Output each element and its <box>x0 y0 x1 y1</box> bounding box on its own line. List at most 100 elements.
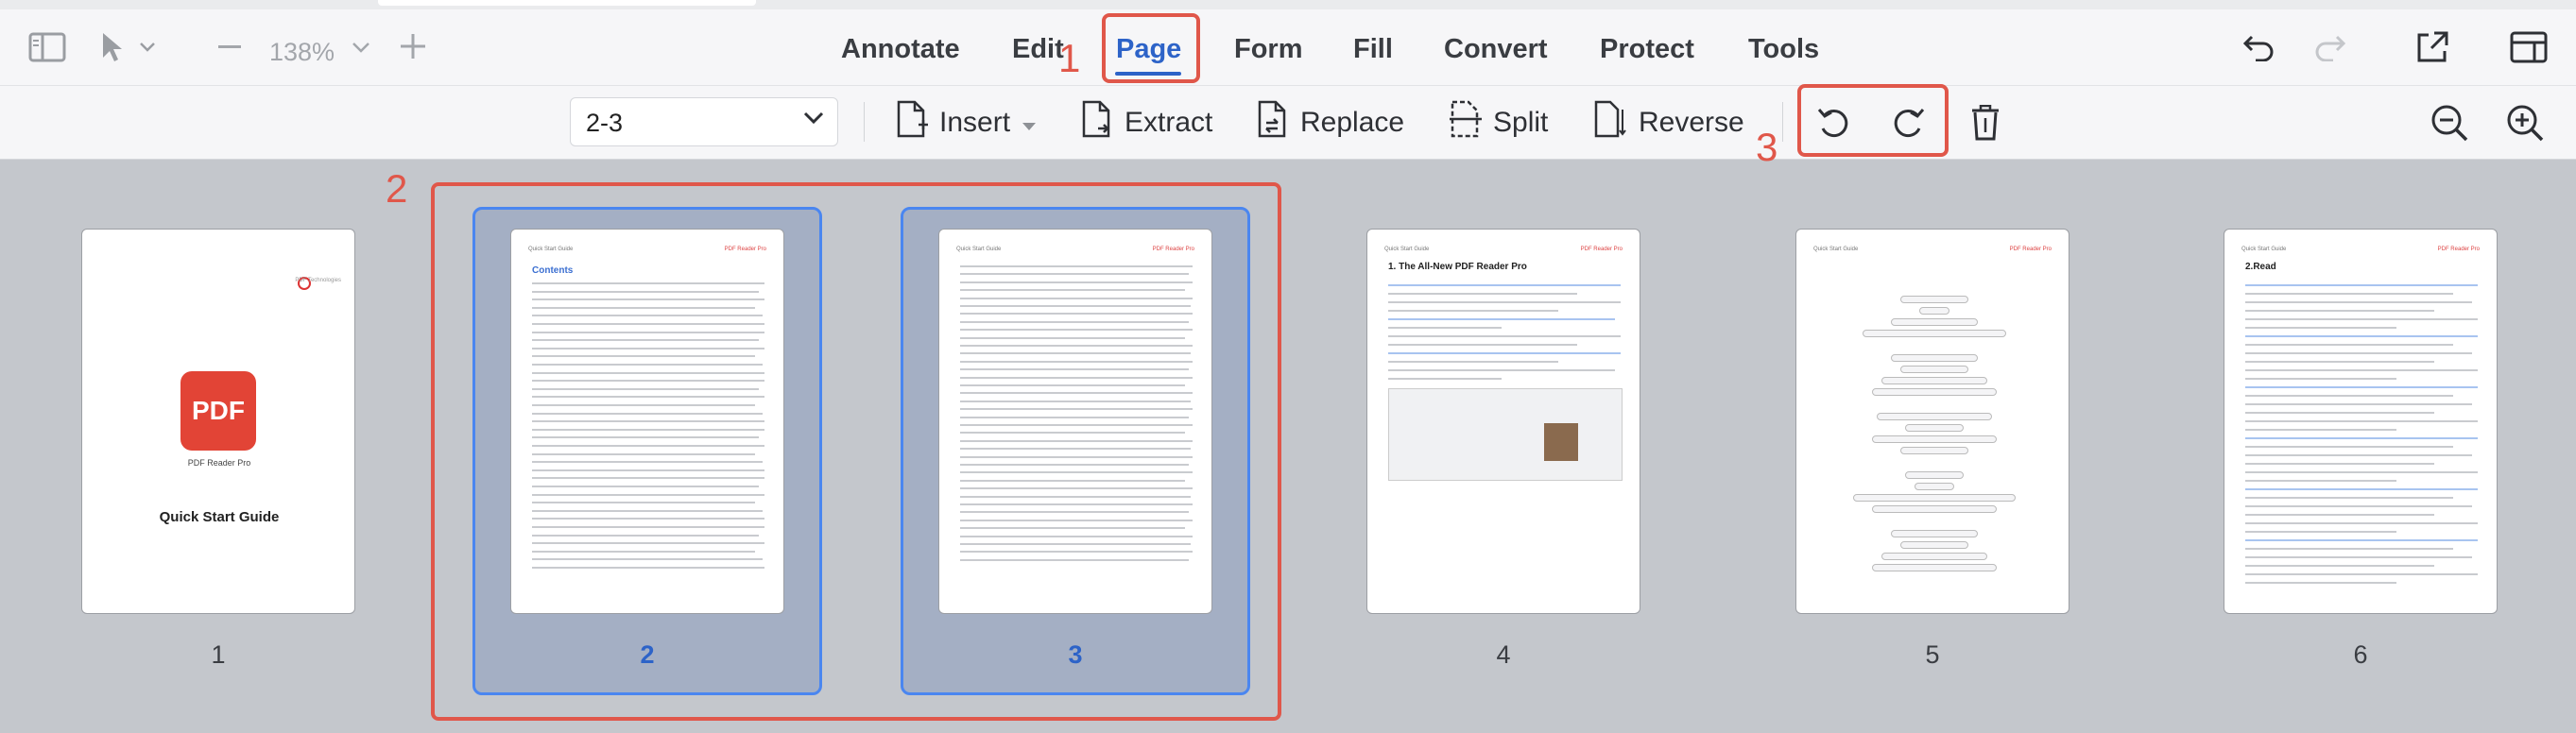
zoom-level[interactable]: 138% <box>269 38 335 67</box>
split-label: Split <box>1493 107 1549 138</box>
text-line <box>2245 573 2478 575</box>
text-line <box>1388 335 1621 337</box>
text-line <box>2245 335 2478 337</box>
menu-fill[interactable]: Fill <box>1353 34 1393 65</box>
zoom-in-icon[interactable] <box>2504 102 2546 144</box>
cursor-tool-icon[interactable] <box>98 28 127 66</box>
replace-label: Replace <box>1300 107 1405 138</box>
annotation-box-selected-pages <box>431 182 1281 721</box>
text-line <box>2245 454 2472 456</box>
diagram-bar <box>1891 530 1978 537</box>
cursor-dropdown-chevron-icon[interactable] <box>136 38 159 57</box>
zoom-out-minus-icon[interactable] <box>215 36 244 59</box>
page-header: Quick Start Guide <box>1813 247 1859 252</box>
delete-trash-icon[interactable] <box>1966 102 2005 144</box>
text-line <box>1388 361 1558 363</box>
diagram-bar <box>1900 296 1968 303</box>
page-header-logo: PDF Reader Pro <box>1580 247 1623 252</box>
extract-page-icon <box>1081 100 1113 145</box>
diagram-bar <box>1877 413 1992 420</box>
diagram-bar <box>1872 564 1997 571</box>
replace-button[interactable]: Replace <box>1257 98 1404 147</box>
page-thumbnail-6[interactable]: Quick Start Guide PDF Reader Pro 2.Read <box>2224 229 2498 614</box>
screenshot-image <box>1388 388 1623 481</box>
text-line <box>2245 463 2434 465</box>
text-line <box>2245 395 2453 397</box>
text-line <box>2245 539 2478 541</box>
diagram-bar <box>1900 366 1968 373</box>
diagram-bar <box>1891 318 1978 326</box>
text-line <box>1388 293 1577 295</box>
text-line <box>2245 318 2478 320</box>
zoom-dropdown-chevron-icon[interactable] <box>350 38 372 57</box>
page-thumbnail-5[interactable]: Quick Start Guide PDF Reader Pro <box>1795 229 2069 614</box>
menu-edit[interactable]: Edit <box>1012 34 1064 65</box>
text-line <box>2245 429 2396 431</box>
text-line <box>2245 412 2434 414</box>
page-number-1: 1 <box>211 640 226 669</box>
text-line <box>1388 301 1621 303</box>
text-line <box>2245 582 2396 584</box>
menu-form[interactable]: Form <box>1234 34 1303 65</box>
text-line <box>1388 369 1615 371</box>
text-line <box>2245 301 2472 303</box>
split-page-icon <box>1450 100 1482 145</box>
zoom-out-icon[interactable] <box>2429 102 2470 144</box>
diagram-bar <box>1881 553 1987 560</box>
section-heading: 1. The All-New PDF Reader Pro <box>1388 262 1527 272</box>
pdf-logo-icon: PDF <box>180 371 256 451</box>
reverse-page-icon <box>1593 100 1627 145</box>
text-line <box>2245 446 2453 448</box>
text-line <box>2245 352 2472 354</box>
reverse-label: Reverse <box>1639 107 1744 138</box>
share-export-icon[interactable] <box>2413 28 2451 66</box>
layout-panel-icon[interactable] <box>2508 28 2550 66</box>
menu-protect[interactable]: Protect <box>1600 34 1694 65</box>
page-range-value: 2-3 <box>586 109 624 137</box>
page-number-6: 6 <box>2353 640 2368 669</box>
page-header-logo: PDF Reader Pro <box>2009 247 2052 252</box>
page-number-5: 5 <box>1925 640 1940 669</box>
text-line <box>2245 344 2453 346</box>
extract-label: Extract <box>1125 107 1213 138</box>
menu-tools[interactable]: Tools <box>1748 34 1819 65</box>
reverse-button[interactable]: Reverse <box>1593 98 1744 147</box>
page-range-select[interactable]: 2-3 <box>570 97 838 146</box>
brand-text: PDF Technologies <box>295 278 341 283</box>
text-line <box>2245 497 2453 499</box>
diagram-bar <box>1900 447 1968 454</box>
annotation-box-page-tab <box>1102 13 1200 83</box>
text-line <box>2245 361 2434 363</box>
page-thumbnail-1[interactable]: PDF Technologies PDF PDF Reader Pro Quic… <box>81 229 355 614</box>
text-line <box>2245 471 2478 473</box>
page-1-title: Quick Start Guide <box>159 509 280 525</box>
redo-icon[interactable] <box>2311 28 2349 66</box>
screenshot-photo <box>1544 423 1578 461</box>
replace-page-icon <box>1257 100 1289 145</box>
page-thumbnail-4[interactable]: Quick Start Guide PDF Reader Pro 1. The … <box>1366 229 1640 614</box>
brand-name: PDF Reader Pro <box>187 458 251 468</box>
insert-caret-icon <box>1022 107 1037 139</box>
text-line <box>2245 378 2396 380</box>
diagram-bar <box>1891 354 1978 362</box>
diagram-bar <box>1900 541 1968 549</box>
text-line <box>2245 437 2478 439</box>
text-line <box>1388 310 1558 312</box>
text-line <box>2245 386 2478 388</box>
extract-button[interactable]: Extract <box>1081 98 1212 147</box>
zoom-in-plus-icon[interactable] <box>399 32 427 60</box>
menu-annotate[interactable]: Annotate <box>841 34 960 65</box>
insert-button[interactable]: Insert <box>896 98 1037 147</box>
undo-icon[interactable] <box>2240 28 2277 66</box>
text-line <box>2245 284 2478 286</box>
page-number-4: 4 <box>1496 640 1511 669</box>
menu-convert[interactable]: Convert <box>1444 34 1548 65</box>
sidebar-toggle-icon[interactable] <box>26 28 68 66</box>
text-line <box>2245 327 2396 329</box>
logo-text: PDF <box>192 396 245 425</box>
annotation-box-rotate <box>1797 84 1949 157</box>
split-button[interactable]: Split <box>1450 98 1548 147</box>
text-line <box>2245 505 2472 507</box>
annotation-number-2: 2 <box>386 166 408 211</box>
diagram-bar <box>1881 377 1987 384</box>
